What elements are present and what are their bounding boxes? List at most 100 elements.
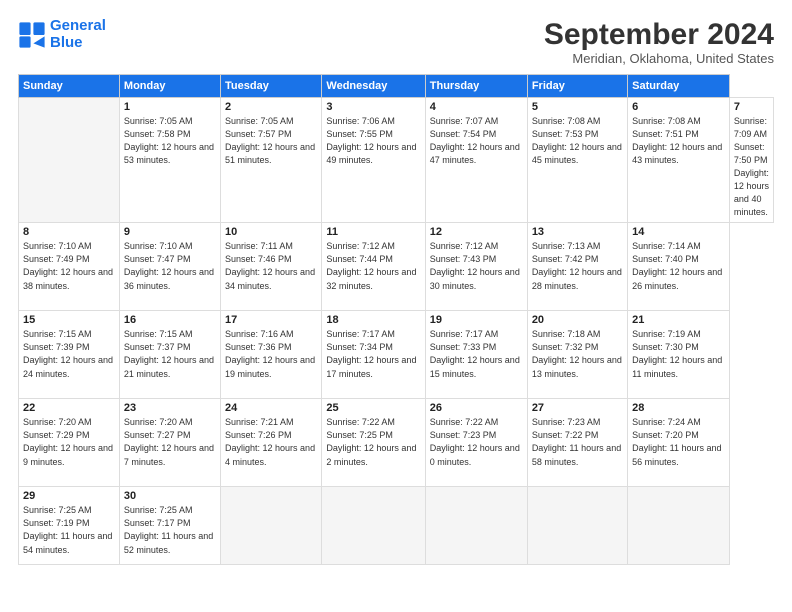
day-number: 5 bbox=[532, 101, 623, 113]
day-detail: Sunrise: 7:20 AMSunset: 7:27 PMDaylight:… bbox=[124, 416, 216, 468]
day-number: 7 bbox=[734, 101, 769, 113]
day-number: 15 bbox=[23, 314, 115, 326]
day-detail: Sunrise: 7:22 AMSunset: 7:23 PMDaylight:… bbox=[430, 416, 523, 468]
day-detail: Sunrise: 7:10 AMSunset: 7:47 PMDaylight:… bbox=[124, 240, 216, 292]
day-number: 23 bbox=[124, 402, 216, 414]
day-detail: Sunrise: 7:07 AMSunset: 7:54 PMDaylight:… bbox=[430, 115, 523, 167]
day-number: 2 bbox=[225, 101, 317, 113]
calendar-cell: 23 Sunrise: 7:20 AMSunset: 7:27 PMDayligh… bbox=[119, 399, 220, 487]
week-row-2: 8 Sunrise: 7:10 AMSunset: 7:49 PMDaylight… bbox=[19, 223, 774, 311]
day-detail: Sunrise: 7:15 AMSunset: 7:37 PMDaylight:… bbox=[124, 328, 216, 380]
calendar-header-thursday: Thursday bbox=[425, 75, 527, 98]
day-number: 19 bbox=[430, 314, 523, 326]
calendar-cell: 24 Sunrise: 7:21 AMSunset: 7:26 PMDayligh… bbox=[221, 399, 322, 487]
day-number: 10 bbox=[225, 226, 317, 238]
logo-line1: General bbox=[50, 17, 106, 34]
day-number: 17 bbox=[225, 314, 317, 326]
calendar-cell: 3Sunrise: 7:06 AMSunset: 7:55 PMDaylight… bbox=[322, 98, 425, 223]
day-number: 13 bbox=[532, 226, 623, 238]
logo: General Blue bbox=[18, 18, 106, 51]
calendar-header-wednesday: Wednesday bbox=[322, 75, 425, 98]
calendar-cell: 16 Sunrise: 7:15 AMSunset: 7:37 PMDayligh… bbox=[119, 311, 220, 399]
day-detail: Sunrise: 7:25 AMSunset: 7:19 PMDaylight:… bbox=[23, 504, 115, 556]
day-number: 14 bbox=[632, 226, 725, 238]
calendar-cell: 7 Sunrise: 7:09 AMSunset: 7:50 PMDaylight… bbox=[729, 98, 773, 223]
calendar-cell bbox=[425, 487, 527, 565]
calendar-cell: 18Sunrise: 7:17 AMSunset: 7:34 PMDayligh… bbox=[322, 311, 425, 399]
logo-icon bbox=[18, 21, 46, 49]
day-number: 16 bbox=[124, 314, 216, 326]
day-number: 27 bbox=[532, 402, 623, 414]
calendar-cell: 11Sunrise: 7:12 AMSunset: 7:44 PMDayligh… bbox=[322, 223, 425, 311]
day-number: 21 bbox=[632, 314, 725, 326]
day-detail: Sunrise: 7:17 AMSunset: 7:34 PMDaylight:… bbox=[326, 328, 420, 380]
calendar-cell: 27 Sunrise: 7:23 AMSunset: 7:22 PMDayligh… bbox=[527, 399, 627, 487]
calendar-cell: 26 Sunrise: 7:22 AMSunset: 7:23 PMDayligh… bbox=[425, 399, 527, 487]
day-number: 8 bbox=[23, 226, 115, 238]
day-number: 4 bbox=[430, 101, 523, 113]
calendar-cell: 25 Sunrise: 7:22 AMSunset: 7:25 PMDayligh… bbox=[322, 399, 425, 487]
day-detail: Sunrise: 7:09 AMSunset: 7:50 PMDaylight:… bbox=[734, 115, 769, 219]
calendar-cell: 5Sunrise: 7:08 AMSunset: 7:53 PMDaylight… bbox=[527, 98, 627, 223]
day-number: 29 bbox=[23, 490, 115, 502]
day-detail: Sunrise: 7:18 AMSunset: 7:32 PMDaylight:… bbox=[532, 328, 623, 380]
day-number: 6 bbox=[632, 101, 725, 113]
calendar-cell bbox=[19, 98, 120, 223]
day-number: 26 bbox=[430, 402, 523, 414]
calendar-cell bbox=[628, 487, 730, 565]
calendar-header-saturday: Saturday bbox=[628, 75, 730, 98]
calendar-cell: 10 Sunrise: 7:11 AMSunset: 7:46 PMDayligh… bbox=[221, 223, 322, 311]
day-number: 9 bbox=[124, 226, 216, 238]
header: General Blue September 2024 Meridian, Ok… bbox=[18, 18, 774, 66]
calendar-cell: 19 Sunrise: 7:17 AMSunset: 7:33 PMDayligh… bbox=[425, 311, 527, 399]
day-detail: Sunrise: 7:05 AMSunset: 7:58 PMDaylight:… bbox=[124, 115, 216, 167]
day-number: 3 bbox=[326, 101, 420, 113]
calendar-cell bbox=[527, 487, 627, 565]
calendar-header-row: SundayMondayTuesdayWednesdayThursdayFrid… bbox=[19, 75, 774, 98]
day-detail: Sunrise: 7:13 AMSunset: 7:42 PMDaylight:… bbox=[532, 240, 623, 292]
day-detail: Sunrise: 7:05 AMSunset: 7:57 PMDaylight:… bbox=[225, 115, 317, 167]
calendar-cell bbox=[322, 487, 425, 565]
calendar-cell: 8 Sunrise: 7:10 AMSunset: 7:49 PMDaylight… bbox=[19, 223, 120, 311]
day-detail: Sunrise: 7:25 AMSunset: 7:17 PMDaylight:… bbox=[124, 504, 216, 556]
day-detail: Sunrise: 7:19 AMSunset: 7:30 PMDaylight:… bbox=[632, 328, 725, 380]
day-detail: Sunrise: 7:21 AMSunset: 7:26 PMDaylight:… bbox=[225, 416, 317, 468]
calendar-cell: 28Sunrise: 7:24 AMSunset: 7:20 PMDayligh… bbox=[628, 399, 730, 487]
day-number: 11 bbox=[326, 226, 420, 238]
calendar-cell: 1 Sunrise: 7:05 AMSunset: 7:58 PMDaylight… bbox=[119, 98, 220, 223]
calendar-cell: 12Sunrise: 7:12 AMSunset: 7:43 PMDayligh… bbox=[425, 223, 527, 311]
calendar-cell: 29 Sunrise: 7:25 AMSunset: 7:19 PMDayligh… bbox=[19, 487, 120, 565]
day-number: 30 bbox=[124, 490, 216, 502]
day-detail: Sunrise: 7:11 AMSunset: 7:46 PMDaylight:… bbox=[225, 240, 317, 292]
calendar-cell: 2 Sunrise: 7:05 AMSunset: 7:57 PMDaylight… bbox=[221, 98, 322, 223]
day-number: 1 bbox=[124, 101, 216, 113]
calendar-cell: 9 Sunrise: 7:10 AMSunset: 7:47 PMDaylight… bbox=[119, 223, 220, 311]
calendar-header-sunday: Sunday bbox=[19, 75, 120, 98]
day-detail: Sunrise: 7:23 AMSunset: 7:22 PMDaylight:… bbox=[532, 416, 623, 468]
day-detail: Sunrise: 7:14 AMSunset: 7:40 PMDaylight:… bbox=[632, 240, 725, 292]
day-number: 25 bbox=[326, 402, 420, 414]
location: Meridian, Oklahoma, United States bbox=[544, 51, 774, 66]
day-detail: Sunrise: 7:17 AMSunset: 7:33 PMDaylight:… bbox=[430, 328, 523, 380]
day-detail: Sunrise: 7:15 AMSunset: 7:39 PMDaylight:… bbox=[23, 328, 115, 380]
calendar-cell: 4 Sunrise: 7:07 AMSunset: 7:54 PMDaylight… bbox=[425, 98, 527, 223]
day-number: 24 bbox=[225, 402, 317, 414]
calendar-cell: 21 Sunrise: 7:19 AMSunset: 7:30 PMDayligh… bbox=[628, 311, 730, 399]
day-detail: Sunrise: 7:10 AMSunset: 7:49 PMDaylight:… bbox=[23, 240, 115, 292]
calendar-header-tuesday: Tuesday bbox=[221, 75, 322, 98]
calendar-cell: 6 Sunrise: 7:08 AMSunset: 7:51 PMDaylight… bbox=[628, 98, 730, 223]
calendar-cell: 13 Sunrise: 7:13 AMSunset: 7:42 PMDayligh… bbox=[527, 223, 627, 311]
calendar-cell: 20Sunrise: 7:18 AMSunset: 7:32 PMDayligh… bbox=[527, 311, 627, 399]
day-detail: Sunrise: 7:22 AMSunset: 7:25 PMDaylight:… bbox=[326, 416, 420, 468]
week-row-3: 15 Sunrise: 7:15 AMSunset: 7:39 PMDayligh… bbox=[19, 311, 774, 399]
day-detail: Sunrise: 7:08 AMSunset: 7:51 PMDaylight:… bbox=[632, 115, 725, 167]
day-detail: Sunrise: 7:20 AMSunset: 7:29 PMDaylight:… bbox=[23, 416, 115, 468]
logo-text: General Blue bbox=[50, 18, 106, 51]
month-title: September 2024 bbox=[544, 18, 774, 51]
calendar-table: SundayMondayTuesdayWednesdayThursdayFrid… bbox=[18, 74, 774, 565]
page: General Blue September 2024 Meridian, Ok… bbox=[0, 0, 792, 612]
week-row-5: 29 Sunrise: 7:25 AMSunset: 7:19 PMDayligh… bbox=[19, 487, 774, 565]
day-detail: Sunrise: 7:16 AMSunset: 7:36 PMDaylight:… bbox=[225, 328, 317, 380]
day-number: 12 bbox=[430, 226, 523, 238]
logo-line2: Blue bbox=[50, 34, 83, 51]
